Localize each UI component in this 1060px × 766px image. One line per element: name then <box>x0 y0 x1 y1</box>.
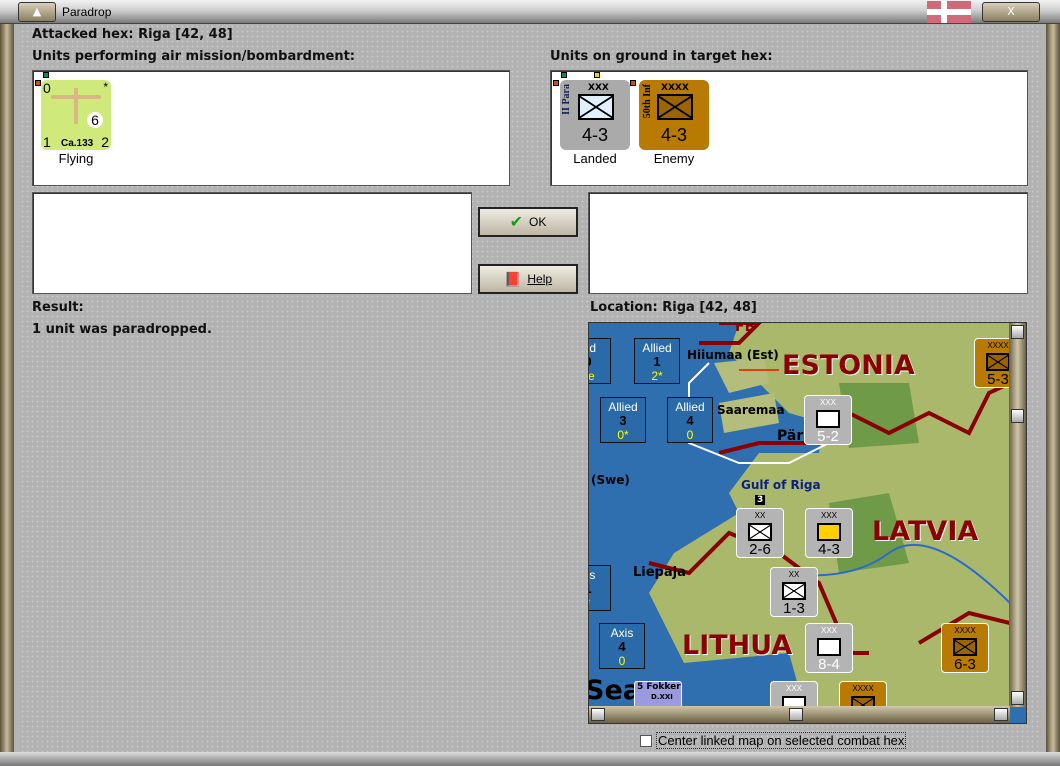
map-unit-counter[interactable]: XXXX 6-3 <box>941 623 989 673</box>
sea-box[interactable]: Allied 4 0 <box>667 397 713 443</box>
status-dot <box>43 72 49 78</box>
map-vertical-scrollbar[interactable] <box>1009 323 1026 707</box>
sea-box[interactable]: Axis 4 0 <box>599 623 645 669</box>
infantry-symbol-icon <box>578 94 614 120</box>
scrollbar-thumb[interactable] <box>789 708 803 721</box>
air-units-panel: 0 * 6 1 Ca.133 2 Flying <box>32 70 510 186</box>
unit-size: XXX <box>588 83 609 93</box>
map-unit-counter[interactable]: XX 2-6 <box>736 508 784 558</box>
result-text: 1 unit was paradropped. <box>32 322 212 337</box>
unit-name: 50th Inf <box>642 84 653 119</box>
infantry-symbol-icon <box>657 94 693 120</box>
map-unit-counter[interactable]: XXX 4-3 <box>805 508 853 558</box>
scroll-left-arrow-icon[interactable] <box>591 708 605 721</box>
scrollbar-thumb[interactable] <box>1011 409 1024 423</box>
ground-units-label: Units on ground in target hex: <box>550 49 773 64</box>
close-icon: X <box>1007 5 1015 18</box>
scroll-up-arrow-icon[interactable] <box>1011 325 1024 339</box>
status-dot <box>630 80 636 86</box>
help-book-icon: 📕 <box>503 270 522 287</box>
unit-value: 1 <box>43 134 51 150</box>
map-label: Saaremaa <box>717 403 785 417</box>
air-unit-counter[interactable]: 0 * 6 1 Ca.133 2 <box>41 80 111 150</box>
right-frame <box>1046 24 1060 756</box>
title-bar: ▲ Paradrop X <box>0 0 1060 24</box>
stack-badge: 3 <box>755 495 766 505</box>
window-title: Paradrop <box>62 5 112 19</box>
map-label: Pär <box>777 428 804 444</box>
unit-status: Flying <box>58 151 94 166</box>
sea-box[interactable]: Allied 3 0* <box>600 397 646 443</box>
country-label: LITHUA <box>682 630 793 661</box>
attacked-hex-label: Attacked hex: Riga [42, 48] <box>32 27 233 42</box>
map-label: Liepaja <box>633 565 686 580</box>
checkbox-label[interactable]: Center linked map on selected combat hex <box>656 732 907 749</box>
unit-name: Ca.133 <box>61 138 94 149</box>
unit-status: Landed <box>573 151 617 166</box>
unit-status: Enemy <box>653 151 695 166</box>
ground-unit-counter[interactable]: II Para XXX 4-3 <box>560 80 630 150</box>
unit-name: II Para <box>561 84 572 115</box>
unit-strength: 4-3 <box>661 125 688 145</box>
ground-unit-counter[interactable]: 50th Inf XXXX 4-3 <box>639 80 709 150</box>
location-map[interactable]: FB ESTONIA LATVIA LITHUA Hiiumaa (Est) S… <box>588 322 1027 724</box>
left-frame <box>0 24 14 756</box>
flag-icon <box>927 1 971 23</box>
ground-details-panel <box>588 192 1028 294</box>
ok-label: OK <box>529 215 547 229</box>
result-label: Result: <box>32 300 84 315</box>
status-dot <box>594 72 600 78</box>
map-label: (Swe) <box>591 473 630 487</box>
minimize-button[interactable]: ▲ <box>18 2 56 22</box>
checkmark-icon: ✔ <box>509 214 524 231</box>
map-label: Hiiumaa (Est) <box>687 348 779 362</box>
country-label: ESTONIA <box>782 350 915 381</box>
ok-button[interactable]: ✔ OK <box>478 207 578 237</box>
map-unit-counter[interactable]: XXX 5-2 <box>804 395 852 445</box>
air-units-label: Units performing air mission/bombardment… <box>32 49 356 64</box>
map-label: FB <box>735 322 756 335</box>
help-button[interactable]: 📕 Help <box>478 264 578 294</box>
map-horizontal-scrollbar[interactable] <box>589 706 1010 723</box>
bomb-value: 6 <box>87 112 103 128</box>
unit-value: 0 <box>43 80 51 96</box>
unit-size: XXXX <box>661 83 689 93</box>
status-dot <box>553 80 559 86</box>
sea-box[interactable]: Allied 1 2* <box>634 338 680 384</box>
scroll-right-arrow-icon[interactable] <box>994 708 1008 721</box>
unit-star: * <box>103 80 108 94</box>
bottom-frame <box>0 752 1060 766</box>
plane-icon-body <box>74 88 78 124</box>
sea-box[interactable]: xis1* <box>589 565 611 611</box>
unit-strength: 4-3 <box>582 125 609 145</box>
checkbox-box[interactable] <box>640 734 652 747</box>
unit-value: 2 <box>101 134 109 150</box>
country-label: LATVIA <box>872 516 979 547</box>
dialog-content: Attacked hex: Riga [42, 48] Units perfor… <box>20 24 1042 752</box>
map-label: Gulf of Riga <box>741 478 821 492</box>
help-label: Help <box>527 272 553 286</box>
map-unit-counter[interactable]: XX 1-3 <box>770 567 818 617</box>
air-details-panel <box>32 192 472 294</box>
location-label: Location: Riga [42, 48] <box>590 300 757 315</box>
close-button[interactable]: X <box>982 2 1040 22</box>
center-map-checkbox[interactable]: Center linked map on selected combat hex <box>640 732 907 749</box>
map-unit-counter[interactable]: XXX 8-4 <box>805 623 853 673</box>
sea-box[interactable]: ied0ne <box>589 338 611 384</box>
status-dot <box>561 72 567 78</box>
ground-units-panel: II Para XXX 4-3 Landed 50th Inf XXXX 4-3… <box>550 70 1028 186</box>
scroll-down-arrow-icon[interactable] <box>1011 691 1024 705</box>
